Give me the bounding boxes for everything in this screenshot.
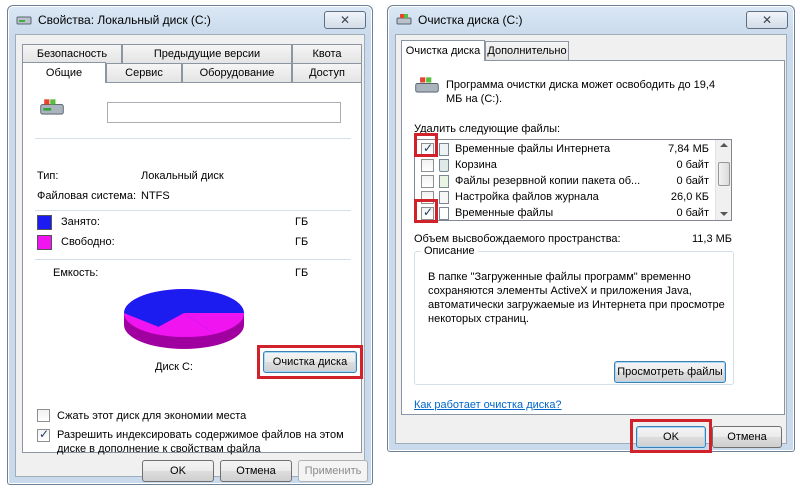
total-space-label: Объем высвобождаемого пространства: [414,233,621,245]
tab-tools[interactable]: Сервис [106,63,182,82]
filesystem-label: Файловая система: [37,190,137,202]
backup-file-icon [439,175,449,188]
properties-titlebar[interactable]: Свойства: Локальный диск (C:) ✕ [8,6,372,34]
properties-cancel-button[interactable]: Отмена [220,460,292,482]
cleanup-large-icon [415,77,439,93]
used-unit: ГБ [295,216,309,228]
cleanup-client: Очистка диска Дополнительно Программа оч… [395,34,787,453]
disk-cleanup-icon [396,14,412,25]
log-file-icon [439,191,449,204]
capacity-unit: ГБ [295,267,309,279]
cleanup-window: Очистка диска (C:) ✕ Очистка диска Допол… [387,5,795,453]
recycle-bin-icon [439,159,449,172]
list-item[interactable]: Настройка файлов журнала 26,0 КБ [415,190,715,205]
tab-hardware[interactable]: Оборудование [182,63,292,82]
properties-apply-button[interactable]: Применить [298,460,368,482]
tab-disk-cleanup[interactable]: Очистка диска [401,40,485,61]
properties-ok-button[interactable]: OK [142,460,214,482]
list-item[interactable]: Файлы резервной копии пакета об... 0 бай… [415,174,715,189]
files-list: ✓ Временные файлы Интернета 7,84 МБ Корз… [414,139,732,221]
tab-more-options[interactable]: Дополнительно [485,41,569,60]
description-line3: автоматически загружаемые из Интернета п… [428,299,725,311]
total-space-value: 11,3 МБ [692,233,733,245]
properties-title: Свойства: Локальный диск (C:) [38,13,211,27]
type-value: Локальный диск [141,170,224,182]
cleanup-highlight [257,345,363,379]
free-color-swatch [37,235,52,250]
index-checkbox[interactable]: ✓ [37,427,50,442]
compress-checkbox[interactable] [37,409,50,422]
drive-large-icon [40,99,64,115]
description-title: Описание [424,245,475,257]
tab-general[interactable]: Общие [22,62,106,83]
ok-highlight [630,419,712,453]
file-checkbox[interactable] [421,175,434,188]
general-panel: Тип: Локальный диск Файловая система: NT… [22,82,363,455]
used-color-swatch [37,215,52,230]
help-link[interactable]: Как работает очистка диска? [414,399,562,411]
temp-file-icon [439,207,449,220]
tab-sharing[interactable]: Доступ [292,63,362,82]
first-checkbox-highlight [414,133,438,157]
tab-security[interactable]: Безопасность [22,44,122,63]
list-item[interactable]: Корзина 0 байт [415,158,715,173]
index-label-line2: диске в дополнение к свойствам файла [57,443,261,455]
properties-close-button[interactable]: ✕ [324,11,366,29]
last-checkbox-highlight [414,199,438,223]
cleanup-intro-line2: МБ на (C:). [446,93,503,105]
file-checkbox[interactable] [421,159,434,172]
cleanup-close-button[interactable]: ✕ [746,11,788,29]
scroll-up-arrow-icon[interactable] [720,143,728,147]
view-files-button[interactable]: Просмотреть файлы [614,361,726,383]
free-label: Свободно: [61,236,115,248]
compress-label: Сжать этот диск для экономии места [57,410,247,422]
cleanup-intro-line1: Программа очистки диска может освободить… [446,79,716,91]
volume-label-input[interactable] [107,102,341,123]
cleanup-cancel-button[interactable]: Отмена [712,426,782,448]
capacity-label: Емкость: [53,267,99,279]
used-label: Занято: [61,216,100,228]
disk-label: Диск C: [155,361,193,373]
disk-usage-pie [124,289,245,349]
list-scrollbar[interactable] [715,140,731,220]
cleanup-titlebar[interactable]: Очистка диска (C:) ✕ [388,6,794,34]
cleanup-panel: Программа очистки диска может освободить… [401,60,785,415]
cleanup-title: Очистка диска (C:) [418,13,523,27]
file-icon [439,143,449,156]
free-unit: ГБ [295,236,309,248]
index-label-line1: Разрешить индексировать содержимое файло… [57,429,344,441]
close-icon: ✕ [339,13,351,27]
list-item[interactable]: ✓ Временные файлы 0 байт [415,205,715,220]
description-line1: В папке "Загруженные файлы программ" вре… [428,271,691,283]
tab-previous-versions[interactable]: Предыдущие версии [122,44,292,63]
close-icon: ✕ [761,13,773,27]
scroll-down-arrow-icon[interactable] [720,212,728,216]
scroll-thumb[interactable] [718,162,730,186]
description-line2: сохраняются элементы ActiveX и приложени… [428,285,692,297]
tab-quota[interactable]: Квота [292,44,362,63]
type-label: Тип: [37,170,59,182]
description-line4: некоторых страниц. [428,313,529,325]
filesystem-value: NTFS [141,190,170,202]
properties-window: Свойства: Локальный диск (C:) ✕ Безопасн… [7,5,373,485]
properties-client: Безопасность Предыдущие версии Квота Общ… [15,34,368,482]
list-item[interactable]: ✓ Временные файлы Интернета 7,84 МБ [415,141,715,157]
check-icon: ✓ [39,427,50,441]
drive-icon [16,16,32,25]
